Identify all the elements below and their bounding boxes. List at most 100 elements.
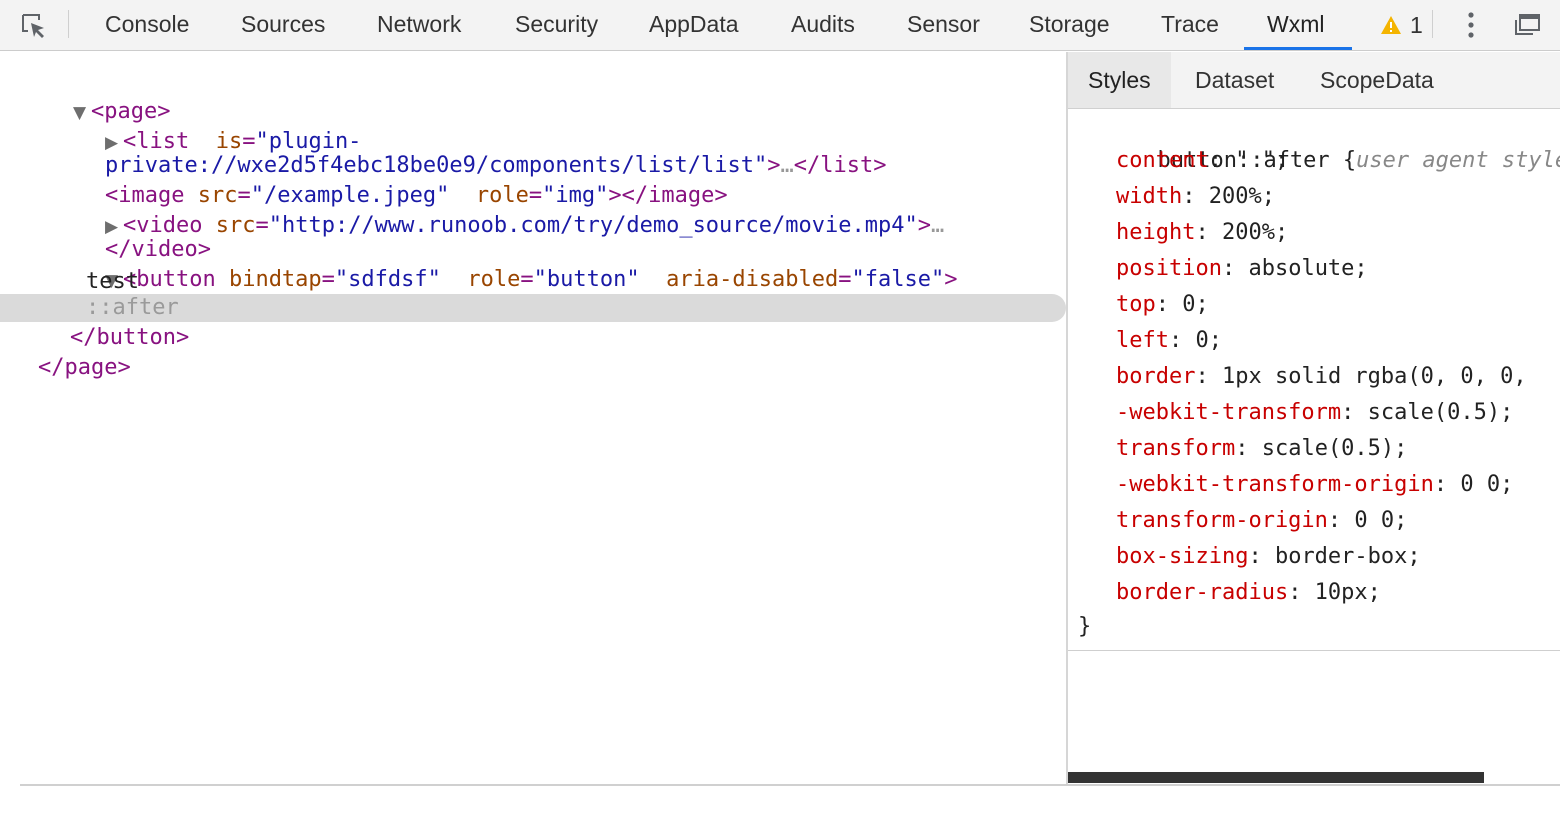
- css-colon: :: [1327, 508, 1342, 533]
- tree-node-list[interactable]: ▶ <list is="plugin-: [52, 103, 361, 154]
- css-property-name[interactable]: height: [1116, 220, 1195, 245]
- wxml-tree: ▼ <page> ▶ <list is="plugin- private://wxe…: [0, 52, 1066, 782]
- css-property-value[interactable]: " ";: [1222, 148, 1288, 173]
- css-property-value[interactable]: scale(0.5);: [1248, 436, 1408, 461]
- css-property-value[interactable]: 0;: [1182, 328, 1222, 353]
- style-declaration[interactable]: transform-origin: 0 0;: [1116, 506, 1407, 536]
- devtools-toolbar: Console Sources Network Security AppData…: [0, 0, 1560, 51]
- tree-node-button-close: </button>: [70, 325, 190, 350]
- css-property-value[interactable]: 1px solid rgba(0, 0, 0,: [1209, 364, 1527, 389]
- css-property-value[interactable]: 0 0;: [1341, 508, 1407, 533]
- css-property-name[interactable]: left: [1116, 328, 1169, 353]
- tab-console[interactable]: Console: [105, 0, 189, 50]
- sidebar-panel: Styles Dataset ScopeData button::after {…: [1068, 52, 1560, 784]
- tab-dataset[interactable]: Dataset: [1175, 52, 1294, 108]
- tab-security[interactable]: Security: [515, 0, 598, 50]
- tab-storage[interactable]: Storage: [1029, 0, 1110, 50]
- css-colon: :: [1182, 184, 1196, 209]
- attr-name: bindtap: [228, 267, 322, 292]
- css-property-value[interactable]: 10px;: [1301, 580, 1381, 605]
- style-declaration[interactable]: left: 0;: [1116, 326, 1222, 356]
- style-declaration[interactable]: -webkit-transform: scale(0.5);: [1116, 398, 1513, 428]
- css-property-value[interactable]: 200%;: [1195, 184, 1275, 209]
- style-declaration[interactable]: width: 200%;: [1116, 182, 1275, 212]
- style-declaration[interactable]: content: " ";: [1116, 146, 1288, 176]
- styles-pane: button::after {user agent style… content…: [1068, 110, 1560, 650]
- tree-node-image[interactable]: <image src="/example.jpeg" role="img"></…: [52, 157, 728, 208]
- tag-punct: >: [944, 267, 958, 292]
- more-vert-icon[interactable]: [1458, 8, 1484, 42]
- css-property-name[interactable]: box-sizing: [1116, 544, 1248, 569]
- css-colon: :: [1221, 256, 1236, 281]
- tree-node-video-close: </video>: [52, 211, 211, 262]
- tree-node-button[interactable]: ▼ <button bindtap="sdfdsf" role="button" …: [52, 241, 958, 292]
- style-declaration[interactable]: transform: scale(0.5);: [1116, 434, 1407, 464]
- tree-node-video[interactable]: ▶ <video src="http://www.runoob.com/try/d…: [52, 187, 944, 238]
- tab-sensor[interactable]: Sensor: [907, 0, 980, 50]
- css-colon: :: [1155, 292, 1169, 317]
- css-property-value[interactable]: 0 0;: [1447, 472, 1513, 497]
- tag-close: </list>: [793, 153, 887, 178]
- rule-close-brace: }: [1078, 614, 1092, 639]
- css-colon: :: [1208, 148, 1222, 173]
- css-colon: :: [1235, 436, 1249, 461]
- style-declaration[interactable]: top: 0;: [1116, 290, 1209, 320]
- css-property-name[interactable]: -webkit-transform: [1116, 400, 1341, 425]
- css-property-value[interactable]: border-box;: [1262, 544, 1421, 569]
- tree-node-list-cont: private://wxe2d5f4ebc18be0e9/components/…: [52, 127, 886, 178]
- css-property-value[interactable]: scale(0.5);: [1354, 400, 1514, 425]
- css-property-name[interactable]: top: [1116, 292, 1156, 317]
- css-property-name[interactable]: content: [1116, 148, 1209, 173]
- css-property-value[interactable]: absolute;: [1235, 256, 1367, 281]
- style-declaration[interactable]: box-sizing: border-box;: [1116, 542, 1421, 572]
- style-declaration[interactable]: position: absolute;: [1116, 254, 1368, 284]
- bottom-divider: [20, 784, 1560, 786]
- css-property-name[interactable]: border: [1116, 364, 1195, 389]
- tab-audits[interactable]: Audits: [791, 0, 855, 50]
- css-property-name[interactable]: width: [1116, 184, 1182, 209]
- attr-value: "http://www.runoob.com/try/demo_source/m…: [268, 213, 918, 238]
- css-colon: :: [1248, 544, 1262, 569]
- tab-appdata[interactable]: AppData: [649, 0, 739, 50]
- toolbar-divider: [68, 10, 69, 38]
- style-declaration[interactable]: border-radius: 10px;: [1116, 578, 1381, 608]
- warnings-counter[interactable]: 1: [1380, 0, 1423, 50]
- css-property-value[interactable]: 0;: [1169, 292, 1209, 317]
- css-property-name[interactable]: position: [1116, 256, 1222, 281]
- tag-punct: >: [917, 213, 931, 238]
- css-colon: :: [1195, 220, 1209, 245]
- undock-icon[interactable]: [1512, 10, 1542, 40]
- attr-name: aria-disabled: [666, 267, 839, 292]
- css-property-value[interactable]: 200%;: [1209, 220, 1288, 245]
- css-property-name[interactable]: -webkit-transform-origin: [1116, 472, 1434, 497]
- tab-wxml[interactable]: Wxml: [1267, 0, 1324, 50]
- tab-trace[interactable]: Trace: [1161, 0, 1219, 50]
- css-property-name[interactable]: transform-origin: [1116, 508, 1328, 533]
- css-colon: :: [1433, 472, 1448, 497]
- style-declaration[interactable]: height: 200%;: [1116, 218, 1288, 248]
- tag-punct: >: [767, 153, 781, 178]
- active-tab-indicator: [1244, 47, 1352, 50]
- tab-scopedata[interactable]: ScopeData: [1300, 52, 1454, 108]
- tree-node-page-close: </page>: [38, 355, 131, 380]
- inspect-element-icon[interactable]: [18, 10, 50, 42]
- warning-count: 1: [1410, 11, 1423, 38]
- tree-node-text[interactable]: test: [86, 269, 139, 295]
- css-property-name[interactable]: transform: [1116, 436, 1235, 461]
- warning-icon: [1380, 15, 1402, 35]
- style-declaration[interactable]: -webkit-transform-origin: 0 0;: [1116, 470, 1513, 500]
- tree-node-page[interactable]: ▼ <page>: [20, 73, 170, 124]
- tab-network[interactable]: Network: [377, 0, 461, 50]
- css-colon: :: [1195, 364, 1209, 389]
- attr-value: "false": [851, 267, 945, 292]
- collapsed-ellipsis[interactable]: …: [931, 213, 944, 238]
- tree-node-pseudo-after[interactable]: ::after: [86, 295, 179, 321]
- rule-origin: user agent style…: [1356, 148, 1560, 173]
- tab-styles[interactable]: Styles: [1068, 52, 1171, 108]
- tab-sources[interactable]: Sources: [241, 0, 325, 50]
- attr-name: role: [467, 267, 521, 292]
- collapsed-ellipsis[interactable]: …: [781, 153, 794, 178]
- horizontal-scrollbar[interactable]: [1068, 772, 1484, 783]
- css-property-name[interactable]: border-radius: [1116, 580, 1288, 605]
- style-declaration[interactable]: border: 1px solid rgba(0, 0, 0,: [1116, 362, 1527, 392]
